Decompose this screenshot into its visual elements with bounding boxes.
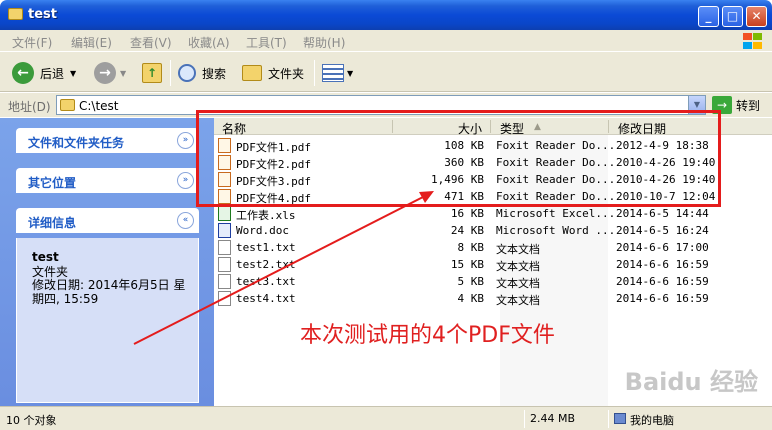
dropdown-arrow-icon[interactable]: ▼	[120, 69, 126, 78]
detail-modified: 修改日期: 2014年6月5日 星期四, 15:59	[32, 278, 186, 306]
toolbar: ← 后退 ▼ → ▼ ↑ 搜索 文件夹 ▼	[0, 52, 772, 92]
file-name: test4.txt	[236, 292, 296, 305]
up-folder-icon: ↑	[142, 63, 162, 83]
views-icon	[322, 64, 344, 82]
file-name: test3.txt	[236, 275, 296, 288]
toolbar-separator	[314, 60, 315, 86]
expand-chevron-icon[interactable]: »	[177, 132, 194, 149]
go-label: 转到	[736, 98, 761, 113]
panel-title: 详细信息	[28, 216, 77, 230]
my-computer-icon	[614, 413, 626, 424]
status-divider	[524, 410, 525, 428]
address-label: 地址(D)	[8, 100, 51, 114]
folder-icon	[60, 99, 75, 111]
file-row[interactable]: test3.txt 5 KB 文本文档 2014-6-6 16:59	[214, 273, 772, 290]
detail-name: test	[32, 250, 59, 264]
forward-button[interactable]: → ▼	[94, 60, 126, 86]
file-type: 文本文档	[496, 294, 540, 307]
menu-file[interactable]: 文件(F)	[12, 34, 52, 51]
folders-button[interactable]: 文件夹	[242, 60, 304, 86]
status-location: 我的电脑	[630, 414, 674, 427]
maximize-button[interactable]: □	[722, 6, 743, 27]
file-type: 文本文档	[496, 243, 540, 256]
file-name: 工作表.xls	[236, 209, 296, 222]
file-size: 24 KB	[450, 224, 484, 237]
forward-arrow-icon: →	[94, 62, 116, 84]
status-bar: 10 个对象 2.44 MB 我的电脑	[0, 406, 772, 430]
back-button[interactable]: ← 后退 ▼	[12, 60, 76, 86]
file-date: 2014-6-6 17:00	[616, 241, 709, 254]
file-type: 文本文档	[496, 277, 540, 290]
file-date: 2014-6-6 16:59	[616, 258, 709, 271]
file-folder-tasks-panel[interactable]: 文件和文件夹任务 »	[16, 128, 199, 153]
status-size: 2.44 MB	[530, 412, 576, 425]
search-label: 搜索	[202, 66, 227, 81]
status-object-count: 10 个对象	[6, 414, 57, 427]
menu-bar: 文件(F) 编辑(E) 查看(V) 收藏(A) 工具(T) 帮助(H)	[0, 30, 772, 52]
window-title: test	[28, 7, 57, 22]
file-type: Microsoft Word ...	[496, 224, 616, 237]
file-row[interactable]: test2.txt 15 KB 文本文档 2014-6-6 16:59	[214, 256, 772, 273]
dropdown-arrow-icon[interactable]: ▼	[70, 69, 76, 78]
back-label: 后退	[40, 66, 65, 81]
windows-logo-icon	[742, 32, 764, 50]
details-body: test 文件夹 修改日期: 2014年6月5日 星期四, 15:59	[16, 238, 199, 403]
txt-file-icon	[218, 257, 231, 272]
collapse-chevron-icon[interactable]: «	[177, 212, 194, 229]
file-size: 8 KB	[457, 241, 485, 254]
file-date: 2014-6-6 16:59	[616, 292, 709, 305]
up-folder-button[interactable]: ↑	[142, 60, 162, 86]
txt-file-icon	[218, 240, 231, 255]
file-type: Microsoft Excel...	[496, 207, 616, 220]
title-bar[interactable]: test _ □ ✕	[0, 0, 772, 30]
close-button[interactable]: ✕	[746, 6, 767, 27]
panel-title: 文件和文件夹任务	[28, 136, 125, 150]
menu-favorites[interactable]: 收藏(A)	[188, 34, 230, 51]
other-places-panel[interactable]: 其它位置 »	[16, 168, 199, 193]
file-size: 16 KB	[450, 207, 484, 220]
file-date: 2014-6-5 16:24	[616, 224, 709, 237]
file-size: 15 KB	[450, 258, 484, 271]
expand-chevron-icon[interactable]: »	[177, 172, 194, 189]
address-value: C:\test	[79, 99, 119, 113]
views-button[interactable]: ▼	[322, 60, 353, 86]
menu-edit[interactable]: 编辑(E)	[71, 34, 112, 51]
folders-icon	[242, 65, 262, 81]
pdf-highlight-box	[196, 110, 721, 207]
search-icon	[178, 64, 196, 82]
file-row[interactable]: Word.doc 24 KB Microsoft Word ... 2014-6-5 …	[214, 222, 772, 239]
menu-help[interactable]: 帮助(H)	[303, 34, 345, 51]
back-arrow-icon: ←	[12, 62, 34, 84]
folder-icon	[8, 8, 23, 20]
file-date: 2014-6-5 14:44	[616, 207, 709, 220]
file-row[interactable]: test4.txt 4 KB 文本文档 2014-6-6 16:59	[214, 290, 772, 307]
toolbar-separator	[170, 60, 171, 86]
search-button[interactable]: 搜索	[178, 60, 226, 86]
txt-file-icon	[218, 274, 231, 289]
minimize-button[interactable]: _	[698, 6, 719, 27]
xls-file-icon	[218, 206, 231, 221]
doc-file-icon	[218, 223, 231, 238]
file-size: 4 KB	[457, 292, 485, 305]
watermark: Baidu 经验	[624, 368, 758, 396]
task-pane: 文件和文件夹任务 » 其它位置 » 详细信息 « test 文件夹 修改日期: …	[0, 118, 214, 406]
file-row[interactable]: 工作表.xls 16 KB Microsoft Excel... 2014-6-5 1…	[214, 205, 772, 222]
file-date: 2014-6-6 16:59	[616, 275, 709, 288]
menu-tools[interactable]: 工具(T)	[246, 34, 287, 51]
panel-title: 其它位置	[28, 176, 77, 190]
file-name: test1.txt	[236, 241, 296, 254]
txt-file-icon	[218, 291, 231, 306]
file-name: Word.doc	[236, 224, 289, 237]
file-type: 文本文档	[496, 260, 540, 273]
status-divider	[608, 410, 609, 428]
details-panel[interactable]: 详细信息 «	[16, 208, 199, 233]
file-row[interactable]: test1.txt 8 KB 文本文档 2014-6-6 17:00	[214, 239, 772, 256]
file-name: test2.txt	[236, 258, 296, 271]
folders-label: 文件夹	[268, 66, 305, 81]
annotation-text: 本次测试用的4个PDF文件	[300, 323, 555, 348]
dropdown-arrow-icon[interactable]: ▼	[347, 69, 353, 78]
menu-view[interactable]: 查看(V)	[130, 34, 172, 51]
file-size: 5 KB	[457, 275, 485, 288]
